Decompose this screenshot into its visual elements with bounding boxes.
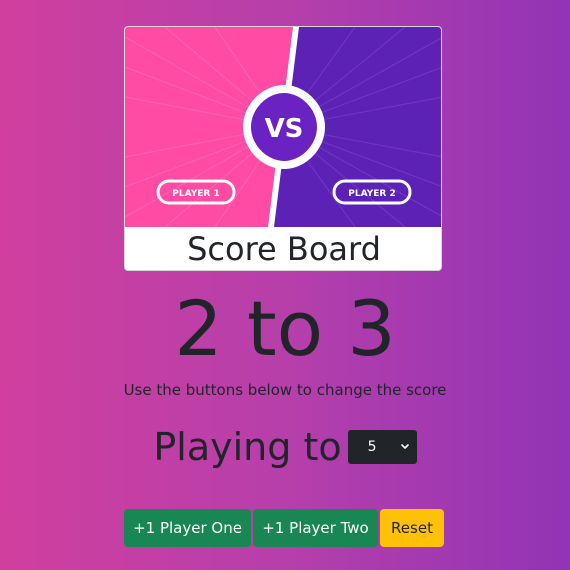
scoreboard-card: VS PLAYER 1 PLAYER 2 Score Board	[124, 26, 442, 271]
score-display: 2 to 3	[0, 284, 570, 374]
playing-to-row: Playing to 5	[0, 420, 570, 474]
versus-banner: VS PLAYER 1 PLAYER 2	[125, 27, 441, 227]
vs-text: VS	[265, 114, 304, 144]
player-two-score: 3	[347, 284, 396, 373]
player-two-increment-button[interactable]: +1 Player Two	[253, 509, 378, 547]
player-one-score: 2	[174, 284, 223, 373]
chevron-down-icon	[400, 444, 409, 449]
instruction-text: Use the buttons below to change the scor…	[123, 381, 447, 399]
reset-button[interactable]: Reset	[380, 509, 444, 547]
winning-score-select[interactable]: 5	[347, 430, 417, 464]
card-title: Score Board	[187, 230, 381, 268]
player-one-tag-label: PLAYER 1	[172, 189, 219, 199]
player-two-tag-label: PLAYER 2	[348, 189, 395, 199]
selected-value: 5	[367, 439, 377, 455]
playing-to-label: Playing to	[153, 425, 342, 469]
score-separator: to	[246, 284, 324, 373]
player-one-increment-button[interactable]: +1 Player One	[124, 509, 251, 547]
score-buttons: +1 Player One +1 Player Two Reset	[124, 509, 444, 547]
